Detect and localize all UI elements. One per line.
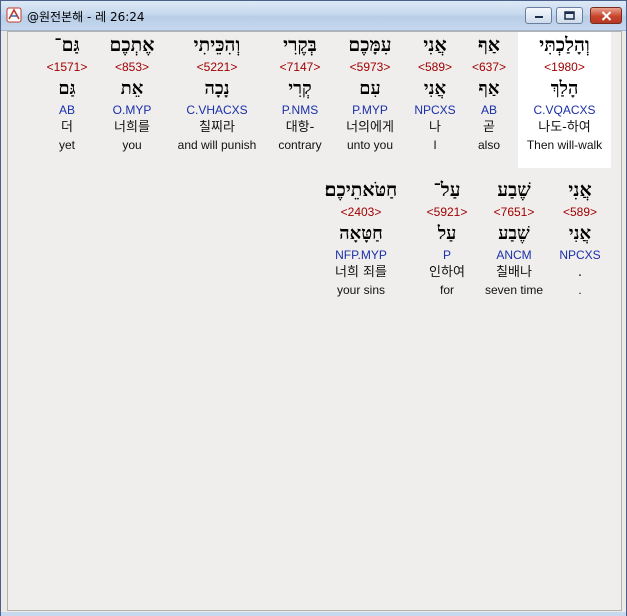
word-cell[interactable]: שֶׁבַע <7651> שֶׁבַע ANCM 칠배나 seven time [475, 177, 553, 298]
strong-number[interactable]: <5221> [168, 58, 266, 76]
korean-gloss: 너의에게 [346, 120, 394, 135]
strong-number[interactable]: <5921> [410, 203, 484, 221]
word-cell[interactable]: אֲנִי <589> אֲנִי NPCXS 나 I [400, 32, 470, 153]
word-cell[interactable]: חַטֹּאתֵיכֶם׃ <2403> חַטָּאָה NFP.MYP 너희… [306, 177, 416, 298]
morphology-code: NPCXS [559, 248, 601, 262]
english-gloss: and will punish [177, 138, 257, 152]
strong-number[interactable]: <1571> [32, 58, 102, 76]
word-cell[interactable]: עַל־ <5921> עַל P 인하여 for [410, 177, 484, 298]
english-gloss: for [439, 283, 454, 297]
morphology-code: P.NMS [281, 103, 319, 117]
hebrew-root: גַּם [58, 78, 76, 99]
english-gloss: Then will-walk [526, 138, 603, 152]
maximize-button[interactable] [556, 7, 583, 24]
english-gloss: your sins [336, 283, 386, 297]
korean-gloss: 나도-하여 [538, 120, 591, 135]
window-title: @원전본해 - 레 26:24 [27, 10, 145, 24]
korean-gloss: 인하여 [429, 265, 465, 280]
hebrew-word: בְּקֶרִי [283, 34, 317, 56]
hebrew-root: אֵת [120, 78, 144, 99]
morphology-code: C.VHACXS [186, 103, 248, 117]
window-bottom-border [1, 612, 626, 616]
word-cell[interactable]: גַּם־ <1571> גַּם AB 더 yet [32, 32, 102, 153]
hebrew-word: שֶׁבַע [497, 179, 531, 201]
morphology-code: P.MYP [352, 103, 388, 117]
hebrew-word: גַּם־ [54, 34, 80, 56]
hebrew-root: שֶׁבַע [498, 223, 530, 244]
english-gloss: you [122, 138, 142, 152]
hebrew-word: וְהָלַכְתִּי [539, 34, 590, 56]
hebrew-word: אֲנִי [423, 34, 447, 56]
word-cell[interactable]: עִמָּכֶם <5973> עִם P.MYP 너의에게 unto you [330, 32, 410, 153]
english-gloss: . [578, 283, 582, 297]
hebrew-word: חַטֹּאתֵיכֶם׃ [324, 179, 398, 201]
word-cell[interactable]: אֲנִי <589> אֲנִי NPCXS . . [544, 177, 616, 298]
morphology-code: AB [58, 103, 75, 117]
strong-number[interactable]: <7651> [475, 203, 553, 221]
strong-number[interactable]: <1980> [518, 58, 611, 76]
hebrew-root: אֲנִי [568, 223, 592, 244]
hebrew-word: עִמָּכֶם [348, 34, 392, 56]
hebrew-root: חַטָּאָה [339, 223, 383, 244]
strong-number[interactable]: <853> [96, 58, 168, 76]
minimize-button[interactable] [525, 7, 552, 24]
word-cell[interactable]: בְּקֶרִי <7147> קְרִי P.NMS 대항- contrary [262, 32, 338, 153]
english-gloss: seven time [484, 283, 544, 297]
morphology-code: NPCXS [414, 103, 456, 117]
minimize-icon [534, 15, 543, 18]
hebrew-root: אֲנִי [423, 78, 447, 99]
strong-number[interactable]: <5973> [330, 58, 410, 76]
korean-gloss: . [577, 265, 583, 280]
hebrew-word: וְהִכֵּיתִי [193, 34, 241, 56]
close-button[interactable] [590, 7, 622, 24]
korean-gloss: 더 [61, 120, 73, 135]
korean-gloss: 너희를 [114, 120, 150, 135]
morphology-code: P [442, 248, 451, 262]
morphology-code: O.MYP [112, 103, 152, 117]
hebrew-root: עִם [359, 78, 381, 99]
korean-gloss: 대항- [285, 120, 315, 135]
hebrew-root: הָלַךְ [550, 78, 579, 99]
english-gloss: yet [58, 138, 75, 152]
english-gloss: contrary [278, 138, 322, 152]
english-gloss: I [433, 138, 437, 152]
hebrew-word: עַל־ [433, 179, 461, 201]
hebrew-root: עַל [437, 223, 457, 244]
interlinear-panel[interactable]: וְהָלַכְתִּי <1980> הָלַךְ C.VQACXS 나도-하… [7, 31, 622, 611]
hebrew-word: אֶתְכֶם [109, 34, 155, 56]
korean-gloss: 너희 죄를 [335, 265, 387, 280]
korean-gloss: 칠배나 [496, 265, 532, 280]
app-window: @원전본해 - 레 26:24 וְהָלַכְתִּי <1980> הָלַ… [0, 0, 627, 616]
morphology-code: C.VQACXS [533, 103, 596, 117]
word-cell[interactable]: אֶתְכֶם <853> אֵת O.MYP 너희를 you [96, 32, 168, 153]
strong-number[interactable]: <2403> [306, 203, 416, 221]
strong-number[interactable]: <589> [544, 203, 616, 221]
morphology-code: NFP.MYP [335, 248, 387, 262]
strong-number[interactable]: <7147> [262, 58, 338, 76]
word-cell[interactable]: וְהִכֵּיתִי <5221> נָכָה C.VHACXS 칠찌라 an… [168, 32, 266, 153]
word-cell[interactable]: וְהָלַכְתִּי <1980> הָלַךְ C.VQACXS 나도-하… [518, 32, 611, 168]
hebrew-root: קְרִי [288, 78, 312, 99]
close-icon [601, 10, 611, 21]
morphology-code: ANCM [496, 248, 532, 262]
korean-gloss: 칠찌라 [199, 120, 235, 135]
korean-gloss: 나 [429, 120, 441, 135]
app-logo-icon [6, 7, 22, 23]
maximize-icon [564, 11, 575, 20]
english-gloss: unto you [346, 138, 394, 152]
title-bar[interactable]: @원전본해 - 레 26:24 [1, 1, 626, 31]
hebrew-word: אֲנִי [568, 179, 592, 201]
strong-number[interactable]: <589> [400, 58, 470, 76]
hebrew-root: נָכָה [204, 78, 230, 99]
